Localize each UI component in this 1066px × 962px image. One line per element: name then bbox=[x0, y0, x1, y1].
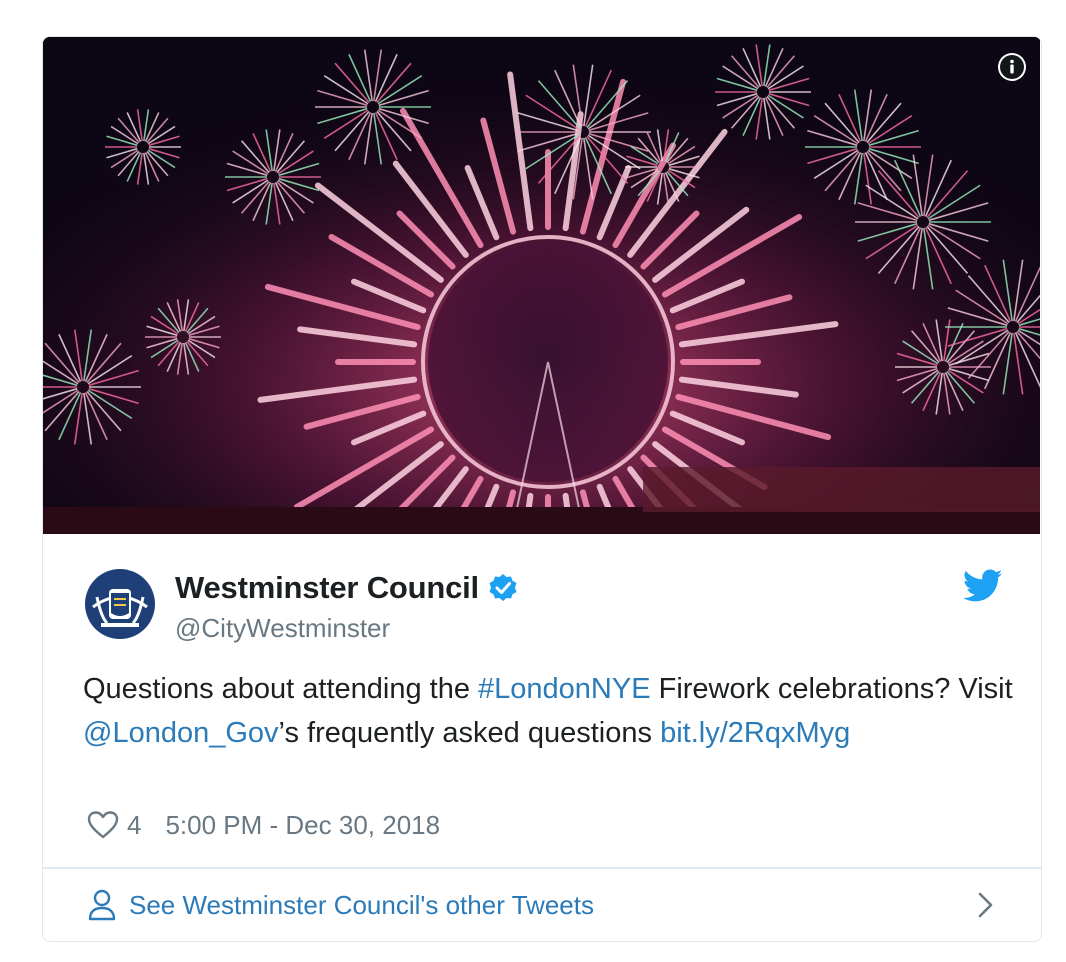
tweet-meta: 4 5:00 PM - Dec 30, 2018 bbox=[87, 807, 440, 843]
url-link[interactable]: bit.ly/2RqxMyg bbox=[660, 717, 850, 749]
info-icon[interactable] bbox=[998, 53, 1026, 81]
tweet-text-part: Firework celebrations? Visit bbox=[650, 673, 1013, 705]
tweet-text-part: Questions about attending the bbox=[83, 673, 479, 705]
see-other-tweets-link[interactable]: See Westminster Council's other Tweets bbox=[43, 869, 1041, 941]
author-name-block[interactable]: Westminster Council @CityWestminster bbox=[175, 567, 519, 644]
see-other-tweets-label[interactable]: See Westminster Council's other Tweets bbox=[129, 890, 594, 921]
westminster-crest-icon bbox=[83, 567, 157, 641]
heart-icon bbox=[87, 811, 119, 839]
tweet-header: Westminster Council @CityWestminster bbox=[83, 567, 1003, 647]
fireworks-photo bbox=[43, 37, 1040, 534]
chevron-right-icon[interactable] bbox=[977, 891, 995, 919]
mention-link[interactable]: @London_Gov bbox=[83, 717, 279, 749]
tweet-timestamp[interactable]: 5:00 PM - Dec 30, 2018 bbox=[165, 810, 440, 841]
like-count: 4 bbox=[127, 809, 142, 840]
author-avatar[interactable] bbox=[83, 567, 157, 641]
person-icon bbox=[88, 889, 116, 921]
verified-badge-icon bbox=[487, 572, 519, 604]
tweet-media-image[interactable] bbox=[43, 37, 1040, 534]
tweet-text-part: ’s frequently asked questions bbox=[278, 717, 661, 749]
hashtag-link[interactable]: #LondonNYE bbox=[478, 673, 651, 705]
like-button[interactable]: 4 bbox=[87, 810, 165, 841]
author-screen-name[interactable]: @CityWestminster bbox=[175, 613, 519, 644]
author-display-name[interactable]: Westminster Council bbox=[175, 570, 479, 606]
twitter-bird-icon[interactable] bbox=[962, 569, 1003, 603]
embedded-tweet-card: Westminster Council @CityWestminster Que… bbox=[42, 36, 1042, 942]
tweet-text: Questions about attending the #LondonNYE… bbox=[83, 667, 1013, 755]
